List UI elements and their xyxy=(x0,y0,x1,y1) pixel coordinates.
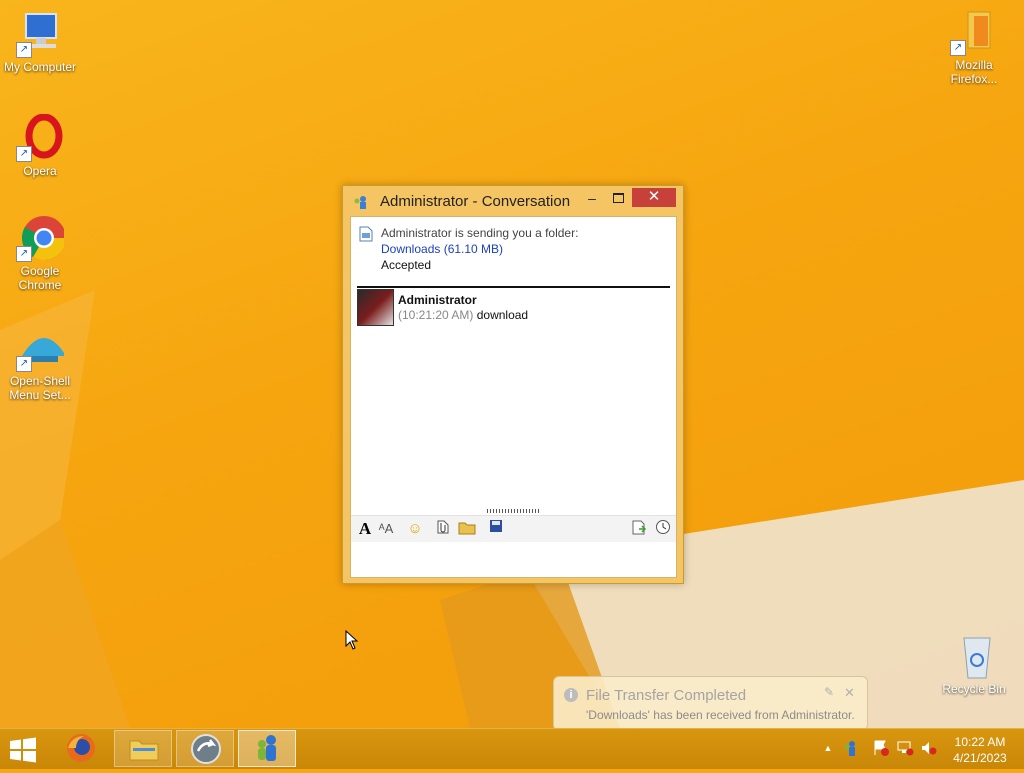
message-input[interactable] xyxy=(351,542,676,577)
desktop-icon-recycle-bin[interactable]: Recycle Bin xyxy=(934,632,1014,696)
desktop-icon-my-computer[interactable]: ↗ My Computer xyxy=(0,10,80,74)
avatar xyxy=(357,289,394,326)
message-time: (10:21:20 AM) xyxy=(398,308,474,322)
messenger-icon xyxy=(354,196,366,209)
network-icon[interactable] xyxy=(896,739,914,757)
mouse-cursor-icon xyxy=(345,630,359,650)
folder-icon: ↗ xyxy=(950,8,998,56)
desktop-icon-open-shell[interactable]: ↗ Open-Shell Menu Set... xyxy=(0,324,80,402)
message-line: (10:21:20 AM) download xyxy=(398,308,528,322)
notification-balloon[interactable]: i File Transfer Completed 'Downloads' ha… xyxy=(553,676,868,731)
desktop-icon-google-chrome[interactable]: ↗ Google Chrome xyxy=(0,214,80,292)
chrome-icon: ↗ xyxy=(16,214,66,262)
font-style-icon: ᴬA xyxy=(378,521,394,536)
document-icon xyxy=(359,226,373,242)
folder-send-icon xyxy=(458,522,476,535)
desktop-icon-label: Mozilla Firefox... xyxy=(950,58,998,86)
conversation-body: Administrator is sending you a folder: D… xyxy=(350,216,677,578)
shortcut-arrow-icon: ↗ xyxy=(950,40,966,56)
taskbar-app[interactable] xyxy=(176,730,234,767)
notification-body: 'Downloads' has been received from Admin… xyxy=(586,708,855,722)
taskbar: ▲ 10:22 AM 4/21/2023 xyxy=(0,728,1024,769)
transfer-notice-text: Administrator is sending you a folder: xyxy=(381,226,579,240)
transfer-notice: Administrator is sending you a folder: D… xyxy=(359,225,578,273)
notification-close-icon[interactable]: ✕ xyxy=(844,685,855,701)
format-toolbar: A ᴬA ☺ xyxy=(351,515,676,543)
recycle-bin-icon xyxy=(950,632,998,680)
history-button[interactable] xyxy=(629,519,649,539)
message-sender: Administrator xyxy=(398,293,477,307)
shortcut-arrow-icon: ↗ xyxy=(16,42,32,58)
shortcut-arrow-icon: ↗ xyxy=(16,146,32,162)
desktop-icon-label: Google Chrome xyxy=(18,264,62,292)
send-file-button[interactable] xyxy=(433,519,453,539)
smiley-icon: ☺ xyxy=(407,520,423,537)
desktop-icon-label: Recycle Bin xyxy=(942,682,1006,696)
window-titlebar[interactable]: Administrator - Conversation – ✕ xyxy=(343,186,683,216)
font-color-button[interactable]: ᴬA xyxy=(376,519,396,539)
message-text: download xyxy=(476,308,529,322)
transfer-status: Accepted xyxy=(381,258,432,272)
shortcut-arrow-icon: ↗ xyxy=(16,246,32,262)
open-shell-icon: ↗ xyxy=(16,324,66,372)
save-button[interactable] xyxy=(486,519,506,539)
taskbar-clock[interactable]: 10:22 AM 4/21/2023 xyxy=(942,734,1018,766)
tray-overflow-button[interactable]: ▲ xyxy=(819,739,837,757)
desktop-icon-label: Opera xyxy=(23,164,57,178)
minimize-button[interactable]: – xyxy=(581,190,603,208)
volume-muted-icon[interactable] xyxy=(920,739,938,757)
app-circle-icon xyxy=(191,734,221,764)
firefox-icon xyxy=(67,734,95,762)
file-explorer-icon xyxy=(129,740,159,761)
messenger-icon xyxy=(258,735,276,761)
clock-button[interactable] xyxy=(653,519,673,539)
downloads-link[interactable]: Downloads (61.10 MB) xyxy=(381,241,578,257)
clock-icon xyxy=(656,520,670,534)
maximize-button[interactable] xyxy=(607,190,629,208)
taskbar-messenger[interactable] xyxy=(238,730,296,767)
taskbar-firefox[interactable] xyxy=(52,730,110,767)
font-button[interactable]: A xyxy=(355,519,375,539)
clock-date: 4/21/2023 xyxy=(953,751,1007,765)
window-title: Administrator - Conversation xyxy=(380,193,571,210)
conversation-window: Administrator - Conversation – ✕ Adminis… xyxy=(342,185,684,584)
save-icon xyxy=(490,520,502,532)
send-folder-button[interactable] xyxy=(457,519,477,539)
close-button[interactable]: ✕ xyxy=(632,188,676,207)
computer-icon: ↗ xyxy=(16,10,64,58)
divider xyxy=(357,286,670,288)
splitter-grip[interactable] xyxy=(487,509,541,513)
desktop-icon-label: Open-Shell Menu Set... xyxy=(9,374,71,402)
shortcut-arrow-icon: ↗ xyxy=(16,356,32,372)
history-icon xyxy=(632,520,647,535)
opera-icon: ↗ xyxy=(16,113,64,162)
emoticon-button[interactable]: ☺ xyxy=(405,519,425,539)
action-center-flag-icon[interactable] xyxy=(872,739,890,757)
taskbar-file-explorer[interactable] xyxy=(114,730,172,767)
tray-messenger-icon[interactable] xyxy=(842,739,860,757)
windows-logo-icon xyxy=(10,737,36,763)
info-icon: i xyxy=(564,688,578,702)
notification-title: File Transfer Completed xyxy=(586,687,747,704)
clock-time: 10:22 AM xyxy=(954,735,1006,749)
attach-file-icon xyxy=(437,520,449,534)
start-button[interactable] xyxy=(8,737,38,763)
desktop-icon-label: My Computer xyxy=(3,60,77,74)
maximize-icon xyxy=(613,193,624,203)
desktop-icon-opera[interactable]: ↗ Opera xyxy=(0,113,80,178)
desktop-icon-mozilla-firefox[interactable]: ↗ Mozilla Firefox... xyxy=(934,8,1014,86)
pin-icon[interactable]: ✎ xyxy=(824,685,834,699)
